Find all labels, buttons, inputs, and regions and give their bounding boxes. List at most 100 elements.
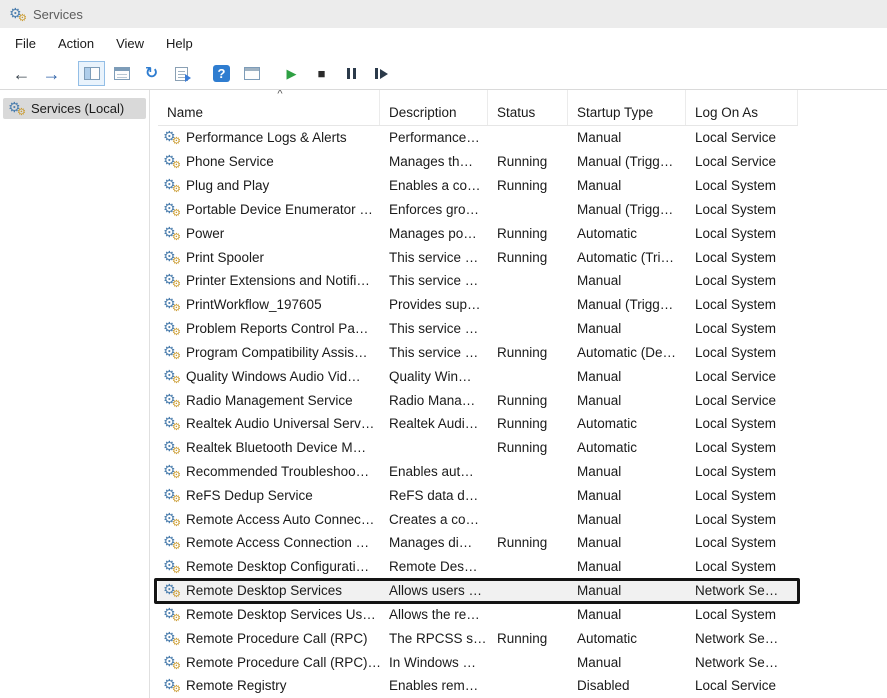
- menu-action[interactable]: Action: [47, 31, 105, 56]
- service-name-cell: ⚙ ⚙ Portable Device Enumerator …: [158, 197, 380, 221]
- service-row[interactable]: ⚙ ⚙ Remote Desktop Configurati… Remote D…: [158, 555, 798, 579]
- export-list-button[interactable]: [168, 61, 195, 86]
- service-name-label: Remote Access Auto Connec…: [186, 512, 374, 527]
- show-hide-console-tree-button[interactable]: [78, 61, 105, 86]
- service-row[interactable]: ⚙ ⚙ Remote Desktop Services Us… Allows t…: [158, 603, 798, 627]
- console-body: ⚙ ⚙ Services (Local) ^ Name Description …: [0, 90, 887, 698]
- menu-view[interactable]: View: [105, 31, 155, 56]
- service-description: Remote Des…: [380, 555, 488, 579]
- service-logon-as: Local System: [686, 603, 798, 627]
- service-gear-icon: ⚙ ⚙: [163, 606, 180, 623]
- gear-small-icon: ⚙: [172, 328, 181, 338]
- service-row[interactable]: ⚙ ⚙ Print Spooler This service … Running…: [158, 245, 798, 269]
- service-status: Running: [488, 531, 568, 555]
- service-name-label: Recommended Troubleshoo…: [186, 464, 369, 479]
- service-row[interactable]: ⚙ ⚙ Power Manages po… Running Automatic …: [158, 221, 798, 245]
- gear-small-icon: ⚙: [172, 471, 181, 481]
- service-name-label: Problem Reports Control Pa…: [186, 321, 368, 336]
- service-description: Performance…: [380, 126, 488, 150]
- services-mmc-window: ⚙ ⚙ Services File Action View Help ← → ↻…: [0, 0, 887, 698]
- service-startup-type: Manual: [568, 579, 686, 603]
- menu-help[interactable]: Help: [155, 31, 204, 56]
- service-description: The RPCSS s…: [380, 626, 488, 650]
- start-service-button[interactable]: ▶: [278, 61, 305, 86]
- service-row[interactable]: ⚙ ⚙ Plug and Play Enables a co… Running …: [158, 174, 798, 198]
- service-startup-type: Manual: [568, 364, 686, 388]
- service-row[interactable]: ⚙ ⚙ Remote Access Connection … Manages d…: [158, 531, 798, 555]
- service-row[interactable]: ⚙ ⚙ Realtek Audio Universal Serv… Realte…: [158, 412, 798, 436]
- service-name-cell: ⚙ ⚙ Plug and Play: [158, 174, 380, 198]
- service-row[interactable]: ⚙ ⚙ Program Compatibility Assis… This se…: [158, 340, 798, 364]
- service-startup-type: Manual: [568, 460, 686, 484]
- service-row[interactable]: ⚙ ⚙ Remote Procedure Call (RPC)… In Wind…: [158, 650, 798, 674]
- pause-service-button[interactable]: [338, 61, 365, 86]
- gear-small-icon: ⚙: [172, 638, 181, 648]
- services-app-icon: ⚙ ⚙: [9, 6, 26, 23]
- service-description: Enforces gro…: [380, 197, 488, 221]
- service-row[interactable]: ⚙ ⚙ ReFS Dedup Service ReFS data d… Manu…: [158, 483, 798, 507]
- pause-service-icon: [347, 68, 356, 79]
- service-name-cell: ⚙ ⚙ Problem Reports Control Pa…: [158, 317, 380, 341]
- gear-small-icon: ⚙: [17, 108, 26, 118]
- column-header-log-on-as[interactable]: Log On As: [686, 90, 798, 125]
- refresh-button[interactable]: ↻: [138, 61, 165, 86]
- table-header: ^ Name Description Status Startup Type L…: [158, 90, 798, 126]
- help-button[interactable]: ?: [208, 61, 235, 86]
- service-logon-as: Local System: [686, 412, 798, 436]
- service-row[interactable]: ⚙ ⚙ Recommended Troubleshoo… Enables aut…: [158, 460, 798, 484]
- service-row[interactable]: ⚙ ⚙ Quality Windows Audio Vid… Quality W…: [158, 364, 798, 388]
- properties-button[interactable]: [108, 61, 135, 86]
- service-status: [488, 555, 568, 579]
- service-startup-type: Manual: [568, 388, 686, 412]
- back-button[interactable]: ←: [8, 61, 35, 86]
- column-header-startup-type[interactable]: Startup Type: [568, 90, 686, 125]
- stop-service-button[interactable]: ■: [308, 61, 335, 86]
- service-name-cell: ⚙ ⚙ Phone Service: [158, 150, 380, 174]
- services-table-body: ⚙ ⚙ Performance Logs & Alerts Performanc…: [158, 126, 798, 698]
- service-row[interactable]: ⚙ ⚙ Problem Reports Control Pa… This ser…: [158, 317, 798, 341]
- gear-small-icon: ⚙: [172, 209, 181, 219]
- sidebar-item-services-local[interactable]: ⚙ ⚙ Services (Local): [3, 98, 146, 119]
- service-name-cell: ⚙ ⚙ Remote Desktop Services Us…: [158, 603, 380, 627]
- service-row[interactable]: ⚙ ⚙ Radio Management Service Radio Mana……: [158, 388, 798, 412]
- service-row[interactable]: ⚙ ⚙ Remote Procedure Call (RPC) The RPCS…: [158, 626, 798, 650]
- service-name-label: Portable Device Enumerator …: [186, 202, 373, 217]
- gear-small-icon: ⚙: [172, 495, 181, 505]
- sidebar-item-label: Services (Local): [31, 101, 124, 116]
- service-gear-icon: ⚙ ⚙: [163, 153, 180, 170]
- service-row[interactable]: ⚙ ⚙ Printer Extensions and Notifi… This …: [158, 269, 798, 293]
- service-status: Running: [488, 412, 568, 436]
- service-logon-as: Local System: [686, 293, 798, 317]
- service-startup-type: Automatic: [568, 626, 686, 650]
- forward-button[interactable]: →: [38, 61, 65, 86]
- gear-small-icon: ⚙: [172, 423, 181, 433]
- service-logon-as: Local System: [686, 460, 798, 484]
- restart-service-icon: [375, 68, 388, 79]
- gear-small-icon: ⚙: [172, 614, 181, 624]
- service-name-label: Remote Procedure Call (RPC): [186, 631, 368, 646]
- service-row[interactable]: ⚙ ⚙ Realtek Bluetooth Device M… Running …: [158, 436, 798, 460]
- view-options-icon: [244, 67, 260, 80]
- service-description: Provides sup…: [380, 293, 488, 317]
- start-service-icon: ▶: [287, 67, 297, 80]
- forward-arrow-icon: →: [43, 65, 61, 83]
- service-row[interactable]: ⚙ ⚙ Portable Device Enumerator … Enforce…: [158, 197, 798, 221]
- service-row[interactable]: ⚙ ⚙ Remote Access Auto Connec… Creates a…: [158, 507, 798, 531]
- column-header-status[interactable]: Status: [488, 90, 568, 125]
- menu-file[interactable]: File: [4, 31, 47, 56]
- view-options-button[interactable]: [238, 61, 265, 86]
- service-row[interactable]: ⚙ ⚙ Phone Service Manages th… Running Ma…: [158, 150, 798, 174]
- service-row[interactable]: ⚙ ⚙ Remote Desktop Services Allows users…: [158, 579, 798, 603]
- gear-small-icon: ⚙: [172, 352, 181, 362]
- service-logon-as: Network Se…: [686, 650, 798, 674]
- service-gear-icon: ⚙ ⚙: [163, 129, 180, 146]
- service-gear-icon: ⚙ ⚙: [163, 511, 180, 528]
- service-status: Running: [488, 626, 568, 650]
- gear-small-icon: ⚙: [172, 566, 181, 576]
- service-row[interactable]: ⚙ ⚙ Performance Logs & Alerts Performanc…: [158, 126, 798, 150]
- service-row[interactable]: ⚙ ⚙ PrintWorkflow_197605 Provides sup… M…: [158, 293, 798, 317]
- restart-service-button[interactable]: [368, 61, 395, 86]
- service-row[interactable]: ⚙ ⚙ Remote Registry Enables rem… Disable…: [158, 674, 798, 698]
- column-header-description[interactable]: Description: [380, 90, 488, 125]
- service-status: [488, 197, 568, 221]
